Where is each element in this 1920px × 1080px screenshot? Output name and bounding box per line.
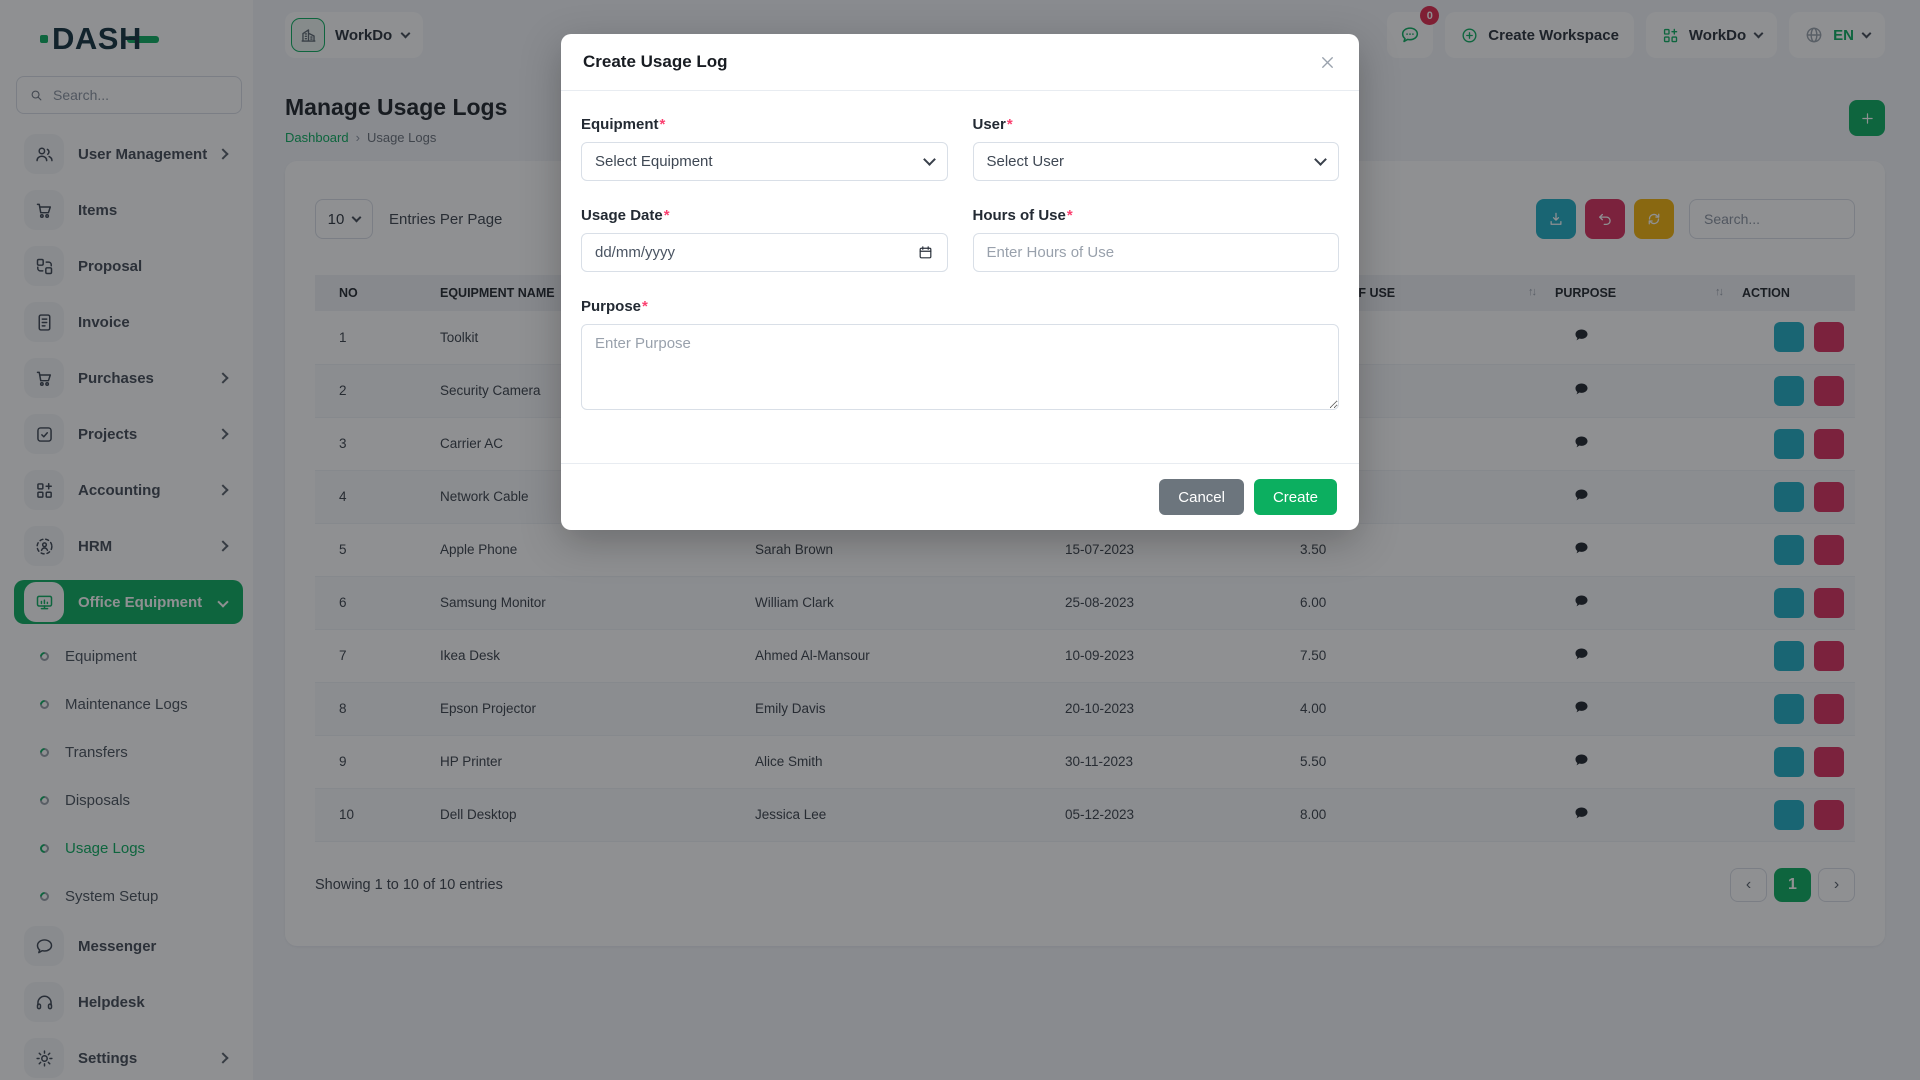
cancel-button[interactable]: Cancel bbox=[1159, 479, 1244, 515]
modal-body: Equipment* Select Equipment User* Select… bbox=[561, 91, 1359, 410]
modal-header: Create Usage Log bbox=[561, 34, 1359, 91]
chevron-down-icon bbox=[1314, 153, 1327, 166]
chevron-down-icon bbox=[923, 153, 936, 166]
purpose-field: Purpose* bbox=[581, 298, 1339, 410]
required-marker: * bbox=[660, 116, 666, 133]
equipment-field: Equipment* Select Equipment bbox=[581, 116, 948, 181]
required-marker: * bbox=[1007, 116, 1013, 133]
hours-of-use-input[interactable] bbox=[973, 233, 1340, 272]
equipment-label: Equipment* bbox=[581, 116, 948, 133]
required-marker: * bbox=[1067, 207, 1073, 224]
purpose-label: Purpose* bbox=[581, 298, 1339, 315]
hours-of-use-field: Hours of Use* bbox=[973, 207, 1340, 272]
modal-footer: Cancel Create bbox=[561, 463, 1359, 530]
hours-of-use-label: Hours of Use* bbox=[973, 207, 1340, 224]
equipment-select[interactable]: Select Equipment bbox=[581, 142, 948, 181]
required-marker: * bbox=[642, 298, 648, 315]
required-marker: * bbox=[664, 207, 670, 224]
purpose-textarea[interactable] bbox=[581, 324, 1339, 410]
equipment-select-value: Select Equipment bbox=[595, 153, 713, 170]
create-button[interactable]: Create bbox=[1254, 479, 1337, 515]
modal-title: Create Usage Log bbox=[583, 52, 728, 72]
user-select-value: Select User bbox=[987, 153, 1065, 170]
create-usage-log-modal: Create Usage Log Equipment* Select Equip… bbox=[561, 34, 1359, 530]
usage-date-input[interactable]: dd/mm/yyyy bbox=[581, 233, 948, 272]
calendar-icon[interactable] bbox=[917, 244, 934, 261]
user-label: User* bbox=[973, 116, 1340, 133]
usage-date-field: Usage Date* dd/mm/yyyy bbox=[581, 207, 948, 272]
usage-date-value: dd/mm/yyyy bbox=[595, 244, 675, 261]
close-icon[interactable] bbox=[1318, 53, 1337, 72]
user-field: User* Select User bbox=[973, 116, 1340, 181]
usage-date-label: Usage Date* bbox=[581, 207, 948, 224]
user-select[interactable]: Select User bbox=[973, 142, 1340, 181]
